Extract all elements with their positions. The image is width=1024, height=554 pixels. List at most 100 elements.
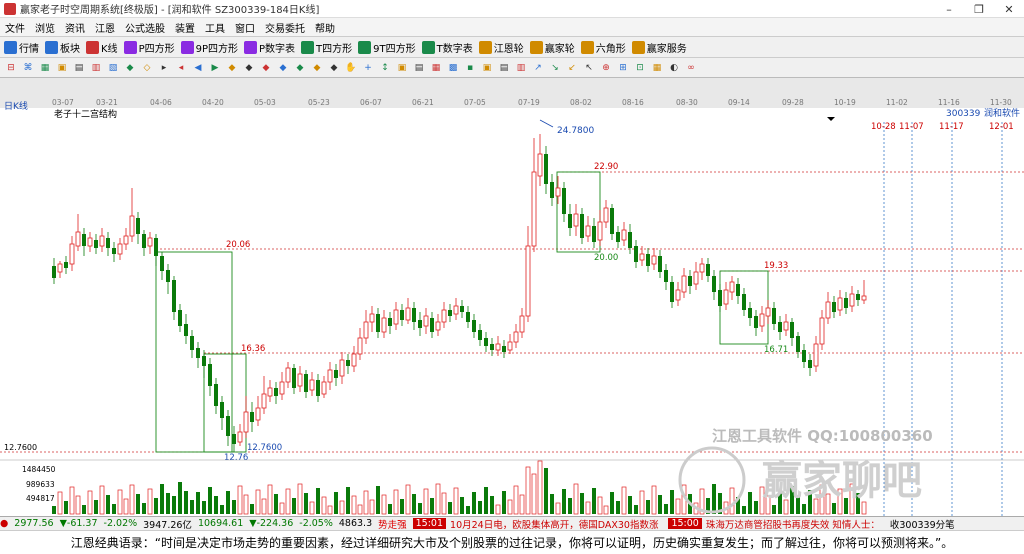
candle-body-down bbox=[688, 276, 692, 286]
kline-chart[interactable]: 03-07 03-21 04-06 04-20 05-03 05-23 06-07 06-21… bbox=[0, 96, 1024, 516]
toolbar-button-0[interactable]: 行情 bbox=[4, 40, 39, 55]
menu-browse[interactable]: 浏览 bbox=[30, 20, 60, 35]
candle-body-down bbox=[568, 214, 572, 228]
candle-body-up bbox=[639, 253, 645, 261]
tool-icon-5[interactable]: ▥ bbox=[89, 61, 103, 75]
tool-icon-31[interactable]: ↗ bbox=[531, 61, 545, 75]
close-button[interactable]: ✕ bbox=[994, 0, 1024, 18]
tool-icon-38[interactable]: ▦ bbox=[650, 61, 664, 75]
toolbar-button-10[interactable]: 赢家轮 bbox=[529, 40, 575, 55]
toolbar-icon bbox=[358, 40, 372, 54]
toolbar-button-2[interactable]: K线 bbox=[86, 40, 118, 55]
toolbar-button-8[interactable]: T数字表 bbox=[421, 40, 473, 55]
tool-icon-22[interactable]: ↕ bbox=[378, 61, 392, 75]
price-label: 16.36 bbox=[241, 344, 265, 354]
tool-icon-34[interactable]: ↖ bbox=[582, 61, 596, 75]
tool-icon-25[interactable]: ▦ bbox=[429, 61, 443, 75]
volume-bar-up bbox=[285, 488, 291, 515]
tool-icon-30[interactable]: ▥ bbox=[514, 61, 528, 75]
tool-icon-6[interactable]: ▧ bbox=[106, 61, 120, 75]
candle-body-up bbox=[357, 337, 363, 355]
tool-icon-36[interactable]: ⊞ bbox=[616, 61, 630, 75]
minimize-button[interactable]: – bbox=[934, 0, 964, 18]
index1-change: ▼-61.37 bbox=[59, 518, 98, 529]
volume-bar-down bbox=[334, 492, 338, 514]
toolbar-button-5[interactable]: P数字表 bbox=[244, 40, 295, 55]
tool-icon-21[interactable]: + bbox=[361, 61, 375, 75]
candle-body-up bbox=[675, 289, 681, 301]
menu-info[interactable]: 资讯 bbox=[60, 20, 90, 35]
tool-icon-35[interactable]: ⊕ bbox=[599, 61, 613, 75]
tool-icon-19[interactable]: ◆ bbox=[327, 61, 341, 75]
toolbar-button-7[interactable]: 9T四方形 bbox=[358, 40, 416, 55]
candle-body-up bbox=[453, 305, 459, 315]
tool-icon-20[interactable]: ✋ bbox=[344, 61, 358, 75]
tool-icon-15[interactable]: ◆ bbox=[259, 61, 273, 75]
tool-icon-10[interactable]: ◂ bbox=[174, 61, 188, 75]
tool-icon-7[interactable]: ◆ bbox=[123, 61, 137, 75]
candle-body-up bbox=[513, 331, 519, 343]
tool-icon-28[interactable]: ▣ bbox=[480, 61, 494, 75]
tool-icon-24[interactable]: ▤ bbox=[412, 61, 426, 75]
menu-tools[interactable]: 工具 bbox=[200, 20, 230, 35]
tool-icon-39[interactable]: ◐ bbox=[667, 61, 681, 75]
tool-icon-11[interactable]: ◀ bbox=[191, 61, 205, 75]
toolbar-button-4[interactable]: 9P四方形 bbox=[180, 40, 238, 55]
tool-icon-16[interactable]: ◆ bbox=[276, 61, 290, 75]
tool-icon-29[interactable]: ▤ bbox=[497, 61, 511, 75]
menu-window[interactable]: 窗口 bbox=[230, 20, 260, 35]
date-label: 05-03 bbox=[254, 98, 276, 107]
kline-chart-area[interactable]: 03-07 03-21 04-06 04-20 05-03 05-23 06-07 06-21… bbox=[0, 96, 1024, 516]
volume-bar-down bbox=[772, 505, 776, 514]
tool-icon-0[interactable]: ⊟ bbox=[4, 61, 18, 75]
toolbar-button-11[interactable]: 六角形 bbox=[580, 40, 626, 55]
tool-icon-12[interactable]: ▶ bbox=[208, 61, 222, 75]
volume-bar-down bbox=[592, 488, 596, 514]
menu-gann[interactable]: 江恩 bbox=[90, 20, 120, 35]
tool-icon-14[interactable]: ◆ bbox=[242, 61, 256, 75]
toolbar-button-12[interactable]: 赢家服务 bbox=[631, 40, 687, 55]
menu-help[interactable]: 帮助 bbox=[310, 20, 340, 35]
tool-icon-13[interactable]: ◆ bbox=[225, 61, 239, 75]
tool-icon-32[interactable]: ↘ bbox=[548, 61, 562, 75]
tool-icon-33[interactable]: ↙ bbox=[565, 61, 579, 75]
toolbar-button-3[interactable]: P四方形 bbox=[123, 40, 175, 55]
volume-bar-down bbox=[418, 503, 422, 514]
toolbar-icon bbox=[529, 40, 543, 54]
news1-text[interactable]: 10月24日电，欧股集体高开，德国DAX30指数涨 bbox=[450, 517, 658, 531]
candle-body-down bbox=[154, 238, 158, 256]
tool-icon-9[interactable]: ▸ bbox=[157, 61, 171, 75]
candle-body-down bbox=[196, 348, 200, 358]
candle-body-up bbox=[441, 309, 447, 323]
tool-icon-8[interactable]: ◇ bbox=[140, 61, 154, 75]
status-bar: ● 2977.56 ▼-61.37 -2.02% 3947.26亿 10694.… bbox=[0, 516, 1024, 530]
date-label: 05-23 bbox=[308, 98, 330, 107]
tool-icon-1[interactable]: ⌘ bbox=[21, 61, 35, 75]
menu-file[interactable]: 文件 bbox=[0, 20, 30, 35]
toolbar-button-9[interactable]: 江恩轮 bbox=[478, 40, 524, 55]
menu-setup[interactable]: 装置 bbox=[170, 20, 200, 35]
candle-body-down bbox=[544, 154, 548, 184]
tool-icon-4[interactable]: ▤ bbox=[72, 61, 86, 75]
menu-formula[interactable]: 公式选股 bbox=[120, 20, 170, 35]
volume-bar-down bbox=[466, 506, 470, 514]
restore-button[interactable]: ❐ bbox=[964, 0, 994, 18]
tool-icon-17[interactable]: ◆ bbox=[293, 61, 307, 75]
volume-bar-down bbox=[52, 506, 56, 514]
tool-icon-2[interactable]: ▦ bbox=[38, 61, 52, 75]
tool-icon-27[interactable]: ▪ bbox=[463, 61, 477, 75]
volume-bar-up bbox=[441, 492, 447, 515]
tool-icon-37[interactable]: ⊡ bbox=[633, 61, 647, 75]
tool-icon-40[interactable]: ∞ bbox=[684, 61, 698, 75]
toolbar-button-6[interactable]: T四方形 bbox=[301, 40, 352, 55]
menu-trade[interactable]: 交易委托 bbox=[260, 20, 310, 35]
tool-icon-23[interactable]: ▣ bbox=[395, 61, 409, 75]
volume-bar-up bbox=[357, 504, 363, 515]
tool-icon-18[interactable]: ◆ bbox=[310, 61, 324, 75]
tool-icon-26[interactable]: ▩ bbox=[446, 61, 460, 75]
tool-icon-3[interactable]: ▣ bbox=[55, 61, 69, 75]
news2-text[interactable]: 珠海万达商管招股书再度失效 知情人士： bbox=[706, 517, 880, 531]
tick-label[interactable]: 收300339分笔 bbox=[890, 517, 955, 531]
price-label: 20.06 bbox=[226, 240, 250, 250]
toolbar-button-1[interactable]: 板块 bbox=[45, 40, 80, 55]
